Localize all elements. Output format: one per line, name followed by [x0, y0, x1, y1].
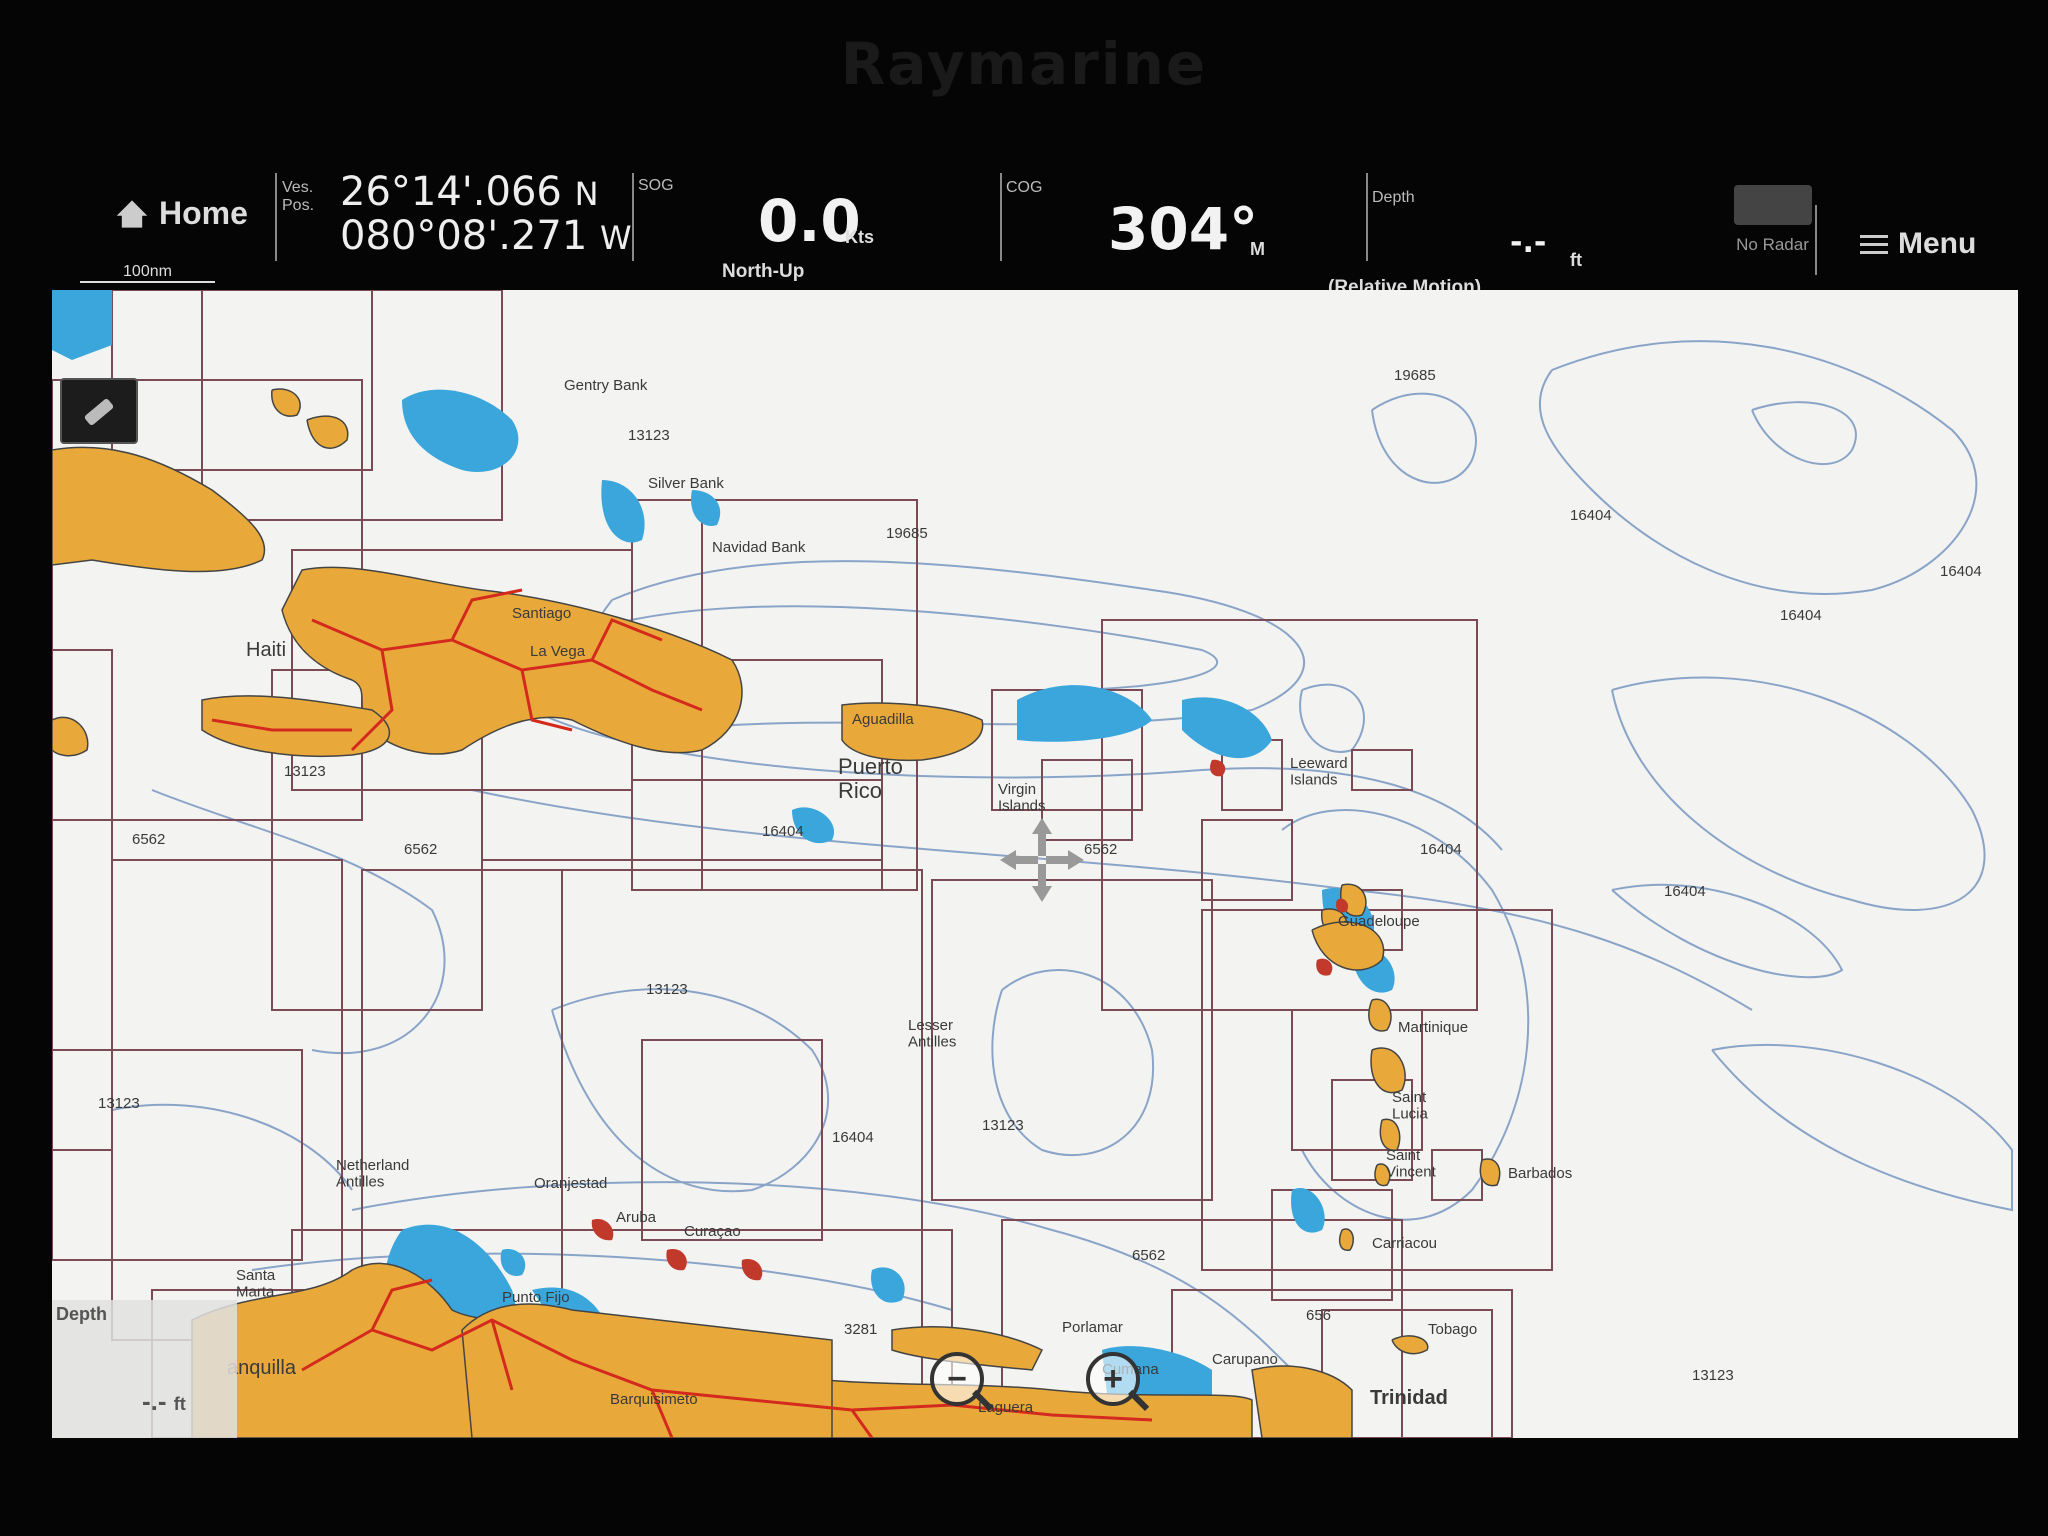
punto-fijo-label: Punto Fijo: [502, 1289, 570, 1306]
barquisimeto-label: Barquisimeto: [610, 1391, 698, 1408]
martinique-label: Martinique: [1398, 1019, 1468, 1036]
divider: [1366, 173, 1368, 261]
menu-icon: [1860, 235, 1888, 254]
chart-number-label: 656: [1306, 1307, 1331, 1324]
chart-number-label: 13123: [98, 1095, 140, 1112]
radar-status-label: No Radar: [1736, 235, 1809, 254]
chart-number-label: 16404: [832, 1129, 874, 1146]
la-vega-label: La Vega: [530, 643, 586, 660]
device-brand-logo: Raymarine: [840, 30, 1208, 98]
sog-label: SOG: [638, 177, 674, 194]
chart-number-label: 13123: [1692, 1367, 1734, 1384]
barbados-label: Barbados: [1508, 1165, 1572, 1182]
sog-unit: Kts: [845, 227, 875, 247]
gentry-bank-label: Gentry Bank: [564, 377, 648, 394]
longitude-hemisphere: W: [600, 219, 632, 257]
cog-label: COG: [1006, 179, 1043, 196]
chart-number-label: 13123: [982, 1117, 1024, 1134]
divider: [1000, 173, 1002, 261]
depth-label: Depth: [1372, 189, 1415, 206]
vessel-position-label: Ves. Pos.: [282, 179, 315, 214]
chart-tool-button[interactable]: [60, 378, 138, 444]
home-label: Home: [159, 195, 248, 231]
vessel-position-readout: 26°14'.066 N 080°08'.271 W: [340, 171, 632, 259]
home-icon: [116, 199, 148, 228]
chart-number-label: 6562: [1132, 1247, 1165, 1264]
tobago-label: Tobago: [1428, 1321, 1477, 1338]
depth-databox-unit: ft: [173, 1394, 186, 1414]
plus-icon: +: [1103, 1360, 1123, 1398]
chart-number-label: 16404: [1664, 883, 1706, 900]
cog-value: 304°: [1108, 195, 1259, 263]
measure-tool-icon: [84, 398, 114, 426]
virgin-islands-label: Virgin Islands: [998, 781, 1046, 815]
cog-unit: M: [1250, 239, 1265, 259]
haiti-label: Haiti: [246, 639, 286, 661]
chart-number-label: 19685: [886, 525, 928, 542]
chart-number-label: 16404: [1570, 507, 1612, 524]
puerto-rico-label: Puerto Rico: [838, 754, 903, 803]
chart-number-label: 16404: [1940, 563, 1982, 580]
porlamar-label: Porlamar: [1062, 1319, 1123, 1336]
chart-number-label: 13123: [284, 763, 326, 780]
chart-number-label: 6562: [1084, 841, 1117, 858]
silver-bank-label: Silver Bank: [648, 475, 724, 492]
radar-icon: [1733, 185, 1812, 225]
depth-unit: ft: [1570, 250, 1582, 270]
island-markers: [591, 759, 1349, 1281]
nautical-chart[interactable]: Gentry Bank Silver Bank Navidad Bank Hai…: [52, 290, 2018, 1438]
menu-button[interactable]: Menu: [1860, 227, 1976, 261]
curacao-label: Curaçao: [684, 1223, 741, 1240]
zoom-in-button[interactable]: +: [1086, 1352, 1140, 1406]
santa-marta-label: Santa Marta: [236, 1267, 276, 1301]
divider: [275, 173, 277, 261]
chart-number-label: 16404: [1420, 841, 1462, 858]
chart-number-label: 13123: [646, 981, 688, 998]
minus-icon: −: [947, 1360, 967, 1398]
status-bar: Home 100nm Ves. Pos. 26°14'.066 N 080°08'…: [40, 165, 2025, 298]
depth-databox-value: -.- ft: [142, 1386, 186, 1417]
aruba-label: Aruba: [616, 1209, 657, 1226]
depth-databox-number: -.-: [142, 1386, 167, 1416]
oranjestad-label: Oranjestad: [534, 1175, 607, 1192]
chart-number-label: 16404: [1780, 607, 1822, 624]
chart-number-label: 6562: [404, 841, 437, 858]
chart-number-label: 16404: [762, 823, 804, 840]
guadeloupe-label: Guadeloupe: [1338, 913, 1420, 930]
chart-number-label: 6562: [132, 831, 165, 848]
latitude-value: 26°14'.066: [340, 169, 562, 215]
aguadilla-label: Aguadilla: [852, 711, 914, 728]
leeward-islands-label: Leeward Islands: [1290, 755, 1348, 789]
latitude-hemisphere: N: [574, 175, 599, 213]
divider: [632, 173, 634, 261]
home-button[interactable]: Home: [115, 195, 248, 232]
carriacou-label: Carriacou: [1372, 1235, 1437, 1252]
chart-number-label: 13123: [628, 427, 670, 444]
netherland-antilles-label: Netherland Antilles: [336, 1157, 409, 1191]
navidad-bank-label: Navidad Bank: [712, 539, 806, 556]
chart-number-label: 19685: [1394, 367, 1436, 384]
menu-label: Menu: [1898, 227, 1977, 260]
santiago-label: Santiago: [512, 605, 571, 622]
longitude-value: 080°08'.271: [340, 213, 588, 259]
radar-status[interactable]: No Radar: [1725, 185, 1820, 255]
depth-databox: Depth -.- ft: [52, 1300, 237, 1438]
chart-scale: 100nm: [80, 263, 215, 283]
barranquilla-label: anquilla: [227, 1357, 297, 1379]
saint-lucia-label: Saint Lucia: [1392, 1089, 1429, 1123]
zoom-out-button[interactable]: −: [930, 1352, 984, 1406]
orientation-mode[interactable]: North-Up: [722, 261, 804, 283]
carupano-label: Carupano: [1212, 1351, 1278, 1368]
depth-value: -.-: [1510, 225, 1547, 260]
depth-databox-label: Depth: [56, 1304, 107, 1324]
trinidad-label: Trinidad: [1370, 1387, 1448, 1409]
lesser-antilles-label: Lesser Antilles: [908, 1017, 956, 1051]
pan-cross-icon[interactable]: [1000, 818, 1084, 902]
divider: [1815, 205, 1817, 275]
chart-number-label: 3281: [844, 1321, 877, 1338]
saint-vincent-label: Saint Vincent: [1386, 1147, 1437, 1181]
